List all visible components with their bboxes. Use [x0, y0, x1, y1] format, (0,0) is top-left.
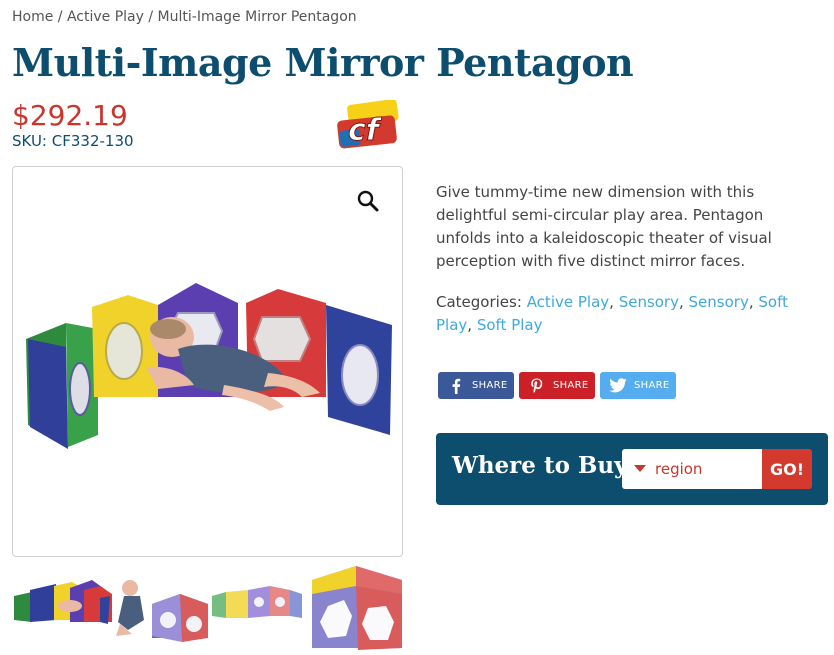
category-separator: , [678, 293, 689, 311]
breadcrumb-category[interactable]: Active Play [67, 9, 144, 25]
thumbnail-3[interactable] [212, 586, 302, 618]
breadcrumb-separator: / [53, 9, 67, 25]
twitter-share-label: SHARE [634, 380, 670, 391]
sku-label: SKU: [12, 132, 52, 150]
category-link-sensory[interactable]: Sensory [689, 293, 749, 311]
brand-logo: cf [337, 100, 399, 149]
breadcrumb-home[interactable]: Home [12, 9, 53, 25]
thumbnail-2[interactable] [116, 580, 208, 642]
facebook-icon [446, 378, 466, 394]
pinterest-share-label: SHARE [553, 380, 589, 391]
category-separator: , [748, 293, 759, 311]
region-select[interactable]: region [622, 449, 762, 489]
product-categories: Categories: Active Play, Sensory, Sensor… [436, 291, 821, 337]
product-price: $292.19 [12, 99, 128, 132]
thumbnail-4[interactable] [312, 566, 402, 650]
pinterest-share-button[interactable]: SHARE [519, 372, 595, 399]
category-separator: , [609, 293, 619, 311]
product-main-image [26, 283, 392, 449]
pinterest-icon [527, 378, 547, 394]
twitter-icon [608, 378, 628, 394]
dropdown-arrow-icon [634, 465, 646, 472]
region-select-value: region [655, 460, 703, 478]
category-separator: , [467, 316, 477, 334]
category-link-sensory[interactable]: Sensory [619, 293, 679, 311]
sku-value: CF332-130 [51, 132, 134, 150]
product-sku: SKU: CF332-130 [12, 132, 134, 150]
breadcrumb-separator: / [143, 9, 158, 25]
twitter-share-button[interactable]: SHARE [600, 372, 676, 399]
product-gallery[interactable] [12, 166, 403, 557]
magnifier-icon[interactable] [356, 189, 380, 213]
page-title: Multi-Image Mirror Pentagon [12, 40, 634, 85]
brand-logo-text: cf [348, 113, 383, 148]
category-link-active-play[interactable]: Active Play [527, 293, 609, 311]
product-description: Give tummy-time new dimension with this … [436, 183, 772, 270]
facebook-share-label: SHARE [472, 380, 508, 391]
where-to-buy-panel: Where to Buy region GO! [436, 433, 828, 505]
thumbnail-1[interactable] [14, 580, 112, 624]
go-button[interactable]: GO! [762, 449, 812, 489]
where-to-buy-label: Where to Buy [452, 452, 628, 479]
category-link-soft-play[interactable]: Soft Play [477, 316, 543, 334]
thumbnail-strip [14, 566, 402, 650]
categories-label: Categories: [436, 293, 527, 311]
breadcrumb-current: Multi-Image Mirror Pentagon [157, 9, 357, 25]
facebook-share-button[interactable]: SHARE [438, 372, 514, 399]
breadcrumb: Home / Active Play / Multi-Image Mirror … [12, 9, 357, 25]
